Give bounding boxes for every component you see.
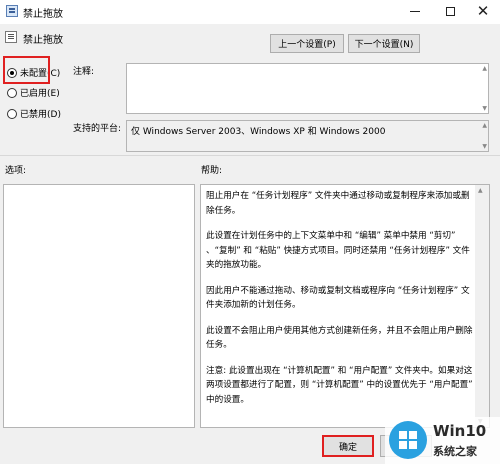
previous-setting-button[interactable]: 上一个设置(P) xyxy=(270,34,344,53)
policy-app-icon xyxy=(6,5,18,17)
help-paragraph: 此设置不会阻止用户使用其他方式创建新任务，并且不会阻止用户删除任务。 xyxy=(206,325,473,351)
windows-logo-icon xyxy=(389,421,427,459)
radio-disabled[interactable]: 已禁用(D) xyxy=(7,107,61,120)
radio-button[interactable] xyxy=(7,108,17,119)
section-divider xyxy=(0,155,500,156)
ok-button[interactable]: 确定 xyxy=(322,435,374,457)
watermark-subtitle: 系统之家 xyxy=(433,445,477,458)
radio-label-enabled: 已启用(E) xyxy=(20,89,60,99)
maximize-icon xyxy=(445,6,455,16)
scroll-up-icon[interactable]: ▲ xyxy=(482,122,487,129)
policy-title: 禁止拖放 xyxy=(23,35,63,46)
help-label: 帮助: xyxy=(201,166,223,176)
close-icon: ✕ xyxy=(476,2,490,20)
scroll-down-icon[interactable]: ▼ xyxy=(482,105,487,112)
options-panel xyxy=(3,184,195,428)
title-bar: 禁止拖放 ✕ xyxy=(0,0,500,24)
radio-enabled[interactable]: 已启用(E) xyxy=(7,86,60,99)
help-scrollbar[interactable]: ▲ ▼ xyxy=(475,185,489,427)
comment-textarea[interactable]: ▲ ▼ xyxy=(126,63,489,114)
radio-label-disabled: 已禁用(D) xyxy=(20,110,61,120)
comment-label: 注释: xyxy=(73,67,95,77)
help-paragraph: 此设置在计划任务中的上下文菜单中和 “编辑” 菜单中禁用 “剪切” 、“复制” … xyxy=(206,231,470,270)
highlight-annotation-box xyxy=(3,56,50,84)
window-title: 禁止拖放 xyxy=(23,9,63,20)
scroll-up-icon[interactable]: ▲ xyxy=(482,65,487,72)
policy-setting-icon xyxy=(5,31,17,43)
next-setting-button[interactable]: 下一个设置(N) xyxy=(348,34,420,53)
watermark-title: Win10 xyxy=(433,422,487,440)
minimize-button[interactable] xyxy=(398,0,432,22)
scroll-up-icon[interactable]: ▲ xyxy=(478,187,483,194)
minimize-icon xyxy=(410,10,420,12)
watermark: Win10 系统之家 xyxy=(385,417,500,464)
supported-on-value: 仅 Windows Server 2003、Windows XP 和 Windo… xyxy=(131,127,386,137)
help-paragraph: 注意: 此设置出现在 “计算机配置” 和 “用户配置” 文件夹中。如果对这两项设… xyxy=(206,365,473,405)
help-panel: 阻止用户在 “任务计划程序” 文件夹中通过移动或复制程序来添加或删除任务。 此设… xyxy=(200,184,490,428)
maximize-button[interactable] xyxy=(433,0,467,22)
close-button[interactable]: ✕ xyxy=(466,0,500,22)
help-paragraph: 因此用户不能通过拖动、移动或复制文档或程序向 “任务计划程序” 文件夹添加新的计… xyxy=(206,285,470,311)
radio-button[interactable] xyxy=(7,87,17,98)
options-label: 选项: xyxy=(5,166,27,176)
supported-on-box: 仅 Windows Server 2003、Windows XP 和 Windo… xyxy=(126,120,489,152)
help-paragraph: 阻止用户在 “任务计划程序” 文件夹中通过移动或复制程序来添加或删除任务。 xyxy=(206,191,470,216)
scroll-down-icon[interactable]: ▼ xyxy=(482,143,487,150)
supported-on-label: 支持的平台: xyxy=(73,124,122,134)
